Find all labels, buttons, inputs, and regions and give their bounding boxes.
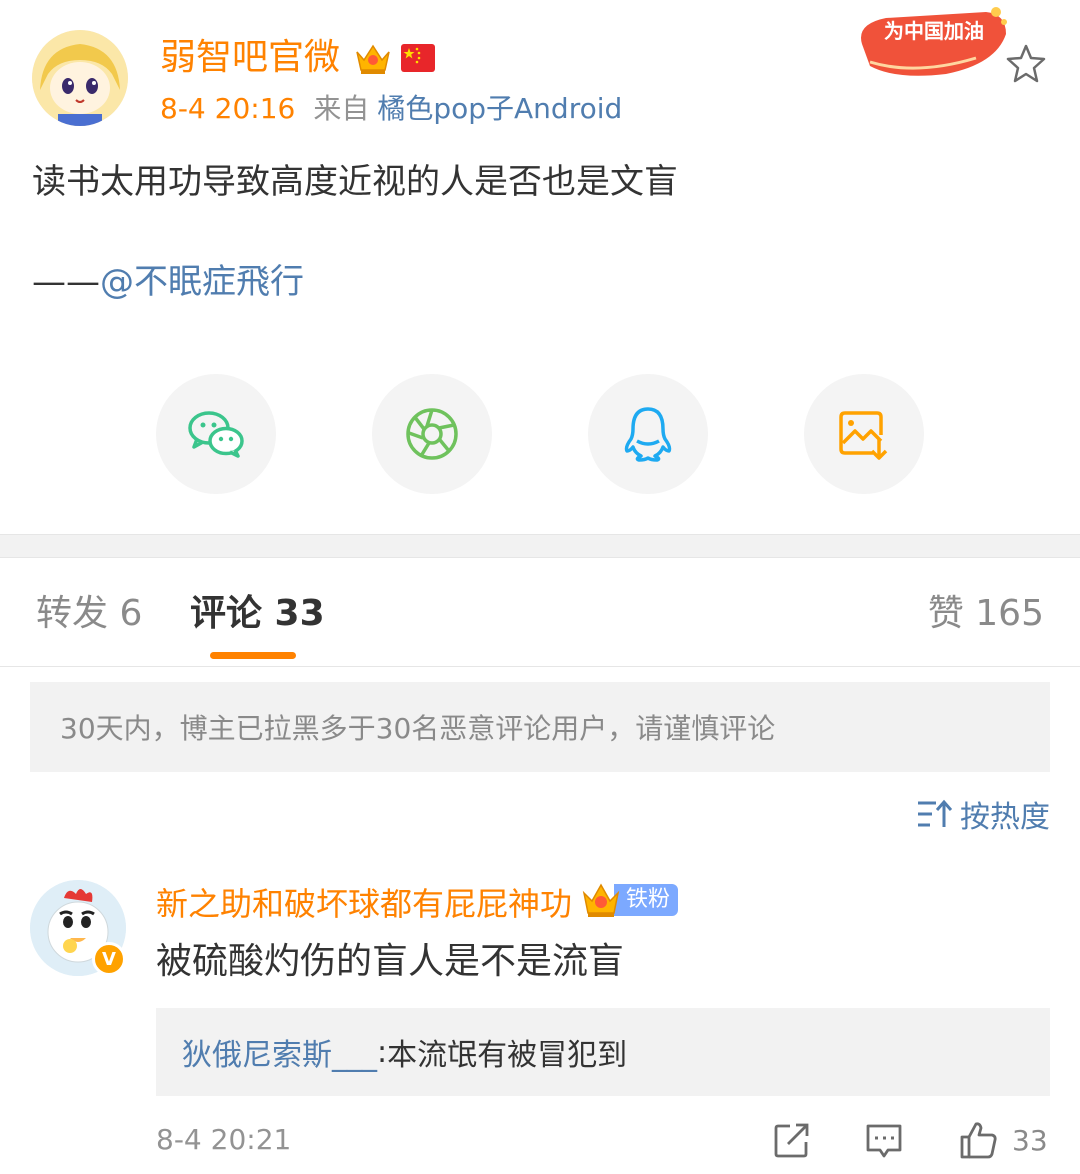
reply-separator: :	[377, 1034, 388, 1070]
post-text: 读书太用功导致高度近视的人是否也是文盲	[32, 162, 678, 202]
share-qq-button[interactable]	[588, 374, 708, 494]
fan-badge[interactable]: 铁粉	[580, 880, 679, 920]
like-count: 33	[1012, 1123, 1048, 1157]
thumbs-up-icon	[960, 1122, 997, 1159]
section-separator	[0, 534, 1080, 558]
comment-time: 8-4 20:21	[156, 1123, 292, 1156]
tab-comments[interactable]: 评论 33	[190, 590, 325, 638]
post-source[interactable]: 橘色pop子Android	[377, 92, 622, 125]
china-flag-icon	[401, 44, 435, 72]
comment-notice: 30天内，博主已拉黑多于30名恶意评论用户，请谨慎评论	[30, 682, 1050, 772]
share-wechat-button[interactable]	[156, 374, 276, 494]
post-attribution: ——@不眠症飛行	[32, 260, 304, 304]
comment-like-button[interactable]: 33	[958, 1118, 1048, 1162]
sort-icon	[918, 799, 952, 827]
attribution-dash: ——	[32, 262, 100, 302]
reply-preview[interactable]: 狄俄尼索斯___: 本流氓有被冒犯到	[156, 1008, 1050, 1096]
tab-reposts[interactable]: 转发 6	[36, 590, 142, 638]
save-image-button[interactable]	[804, 374, 924, 494]
post-time: 8-4 20:16	[160, 92, 296, 125]
wechat-icon	[188, 411, 244, 458]
reply-author[interactable]: 狄俄尼索斯___	[182, 1030, 377, 1074]
promo-banner[interactable]: 为中国加油	[856, 4, 1012, 80]
tabs-divider	[0, 666, 1080, 667]
share-moments-button[interactable]	[372, 374, 492, 494]
tab-likes[interactable]: 赞 165	[928, 590, 1044, 638]
qq-icon	[624, 407, 672, 462]
author-name[interactable]: 弱智吧官微	[160, 36, 340, 80]
fan-badge-label: 铁粉	[614, 884, 679, 916]
author-avatar[interactable]	[32, 30, 128, 126]
favorite-star-icon[interactable]	[1004, 42, 1048, 86]
commenter-name[interactable]: 新之助和破坏球都有屁屁神功	[156, 882, 572, 926]
comment-text: 被硫酸灼伤的盲人是不是流盲	[156, 941, 625, 982]
comment-reply-button[interactable]	[864, 1118, 904, 1162]
comment-bubble-icon	[866, 1124, 902, 1158]
active-tab-indicator	[210, 652, 296, 659]
crown-icon[interactable]	[354, 40, 392, 76]
fan-crown-icon	[582, 883, 620, 917]
share-arrow-icon	[774, 1123, 809, 1158]
mention-link[interactable]: @不眠症飛行	[100, 262, 304, 302]
from-label: 来自	[313, 92, 370, 125]
reply-text: 本流氓有被冒犯到	[387, 1038, 628, 1073]
save-image-icon	[839, 411, 888, 460]
promo-text: 为中国加油	[884, 19, 984, 43]
post-meta: 8-4 20:16 来自 橘色pop子Android	[160, 92, 622, 126]
notice-text: 30天内，博主已拉黑多于30名恶意评论用户，请谨慎评论	[60, 712, 776, 745]
moments-icon	[406, 408, 458, 460]
verified-badge: V	[92, 942, 126, 976]
comment-share-button[interactable]	[772, 1118, 812, 1162]
sort-label: 按热度	[960, 800, 1050, 835]
weibo-post-page: 弱智吧官微 8-4 20:16 来自 橘色pop子Android 为中国加油 读…	[0, 0, 1080, 1174]
sort-button[interactable]: 按热度	[916, 794, 1050, 835]
